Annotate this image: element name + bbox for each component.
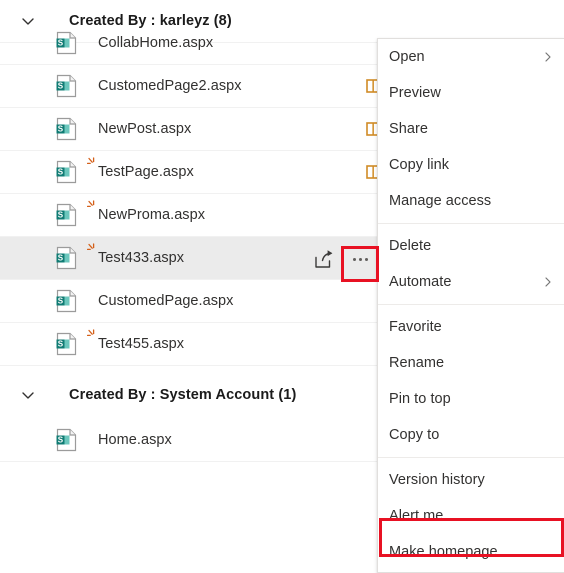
menu-item-label: Version history [389,472,485,488]
menu-item-rename[interactable]: Rename [378,345,564,381]
file-name: CustomedPage.aspx [98,293,234,309]
menu-item-label: Share [389,121,428,137]
file-name-link[interactable]: Home.aspx [98,419,172,462]
ellipsis-dot [352,257,356,261]
menu-item-open[interactable]: Open [378,39,564,75]
menu-item-share[interactable]: Share [378,111,564,147]
menu-divider [378,457,564,458]
menu-item-version-history[interactable]: Version history [378,462,564,498]
file-name-link[interactable]: NewProma.aspx [87,194,206,237]
svg-text:S: S [58,340,64,349]
file-name: NewPost.aspx [98,121,192,137]
menu-item-label: Copy to [389,427,440,443]
file-name-link[interactable]: NewPost.aspx [98,108,191,151]
menu-item-label: Open [389,49,425,65]
svg-text:S: S [58,436,64,445]
sharepoint-page-icon: S [56,332,77,356]
menu-item-label: Copy link [389,157,450,173]
file-name: CollabHome.aspx [98,35,214,51]
menu-item-label: Make homepage [389,544,498,560]
svg-text:S: S [58,211,64,220]
menu-item-label: Favorite [389,319,442,335]
sharepoint-page-icon: S [56,203,77,227]
file-name: CustomedPage2.aspx [98,78,242,94]
more-actions-button[interactable] [346,245,374,273]
sharepoint-page-icon: S [56,31,77,55]
file-name-link[interactable]: Test455.aspx [87,323,185,366]
menu-item-make-homepage[interactable]: Make homepage [378,534,564,570]
svg-text:S: S [58,125,64,134]
file-name: TestPage.aspx [98,164,194,180]
menu-item-label: Delete [389,238,432,254]
menu-item-label: Alert me [389,508,444,524]
file-name-link[interactable]: Test433.aspx [87,237,185,280]
menu-item-preview[interactable]: Preview [378,75,564,111]
svg-text:S: S [58,254,64,263]
menu-item-copy-to[interactable]: Copy to [378,417,564,453]
menu-item-label: Rename [389,355,445,371]
file-name: Home.aspx [98,432,172,448]
menu-item-label: Automate [389,274,452,290]
menu-divider [378,304,564,305]
chevron-down-icon[interactable] [20,387,36,403]
sharepoint-page-icon: S [56,246,77,270]
sharepoint-page-icon: S [56,160,77,184]
menu-item-delete[interactable]: Delete [378,228,564,264]
file-name-link[interactable]: CustomedPage.aspx [98,280,233,323]
file-name-link[interactable]: CustomedPage2.aspx [98,65,242,108]
menu-item-manage-access[interactable]: Manage access [378,183,564,219]
sharepoint-page-icon: S [56,289,77,313]
chevron-right-icon [542,51,554,63]
menu-item-automate[interactable]: Automate [378,264,564,300]
sharepoint-page-icon: S [56,117,77,141]
svg-text:S: S [58,39,64,48]
file-name-link[interactable]: TestPage.aspx [87,151,194,194]
ellipsis-dot [358,257,362,261]
file-context-menu: Open Preview Share Copy link Manage acce… [377,38,564,573]
file-name-link[interactable]: CollabHome.aspx [98,22,213,65]
sharepoint-page-icon: S [56,74,77,98]
group-title: Created By : System Account (1) [69,386,297,403]
menu-item-label: Preview [389,85,441,101]
sharepoint-site-pages-view: Created By : karleyz (8) S CollabHome.as… [0,0,564,573]
file-name: Test455.aspx [98,336,185,352]
ellipsis-dot [364,257,368,261]
chevron-right-icon [542,276,554,288]
sharepoint-page-icon: S [56,428,77,452]
svg-text:S: S [58,297,64,306]
menu-item-favorite[interactable]: Favorite [378,309,564,345]
file-name: NewProma.aspx [98,207,206,223]
svg-text:S: S [58,168,64,177]
file-name: Test433.aspx [98,250,185,266]
menu-divider [378,223,564,224]
svg-text:S: S [58,82,64,91]
share-icon[interactable] [313,248,335,270]
menu-item-label: Manage access [389,193,492,209]
menu-item-pin-to-top[interactable]: Pin to top [378,381,564,417]
menu-item-label: Pin to top [389,391,451,407]
menu-item-alert-me[interactable]: Alert me [378,498,564,534]
menu-item-copy-link[interactable]: Copy link [378,147,564,183]
